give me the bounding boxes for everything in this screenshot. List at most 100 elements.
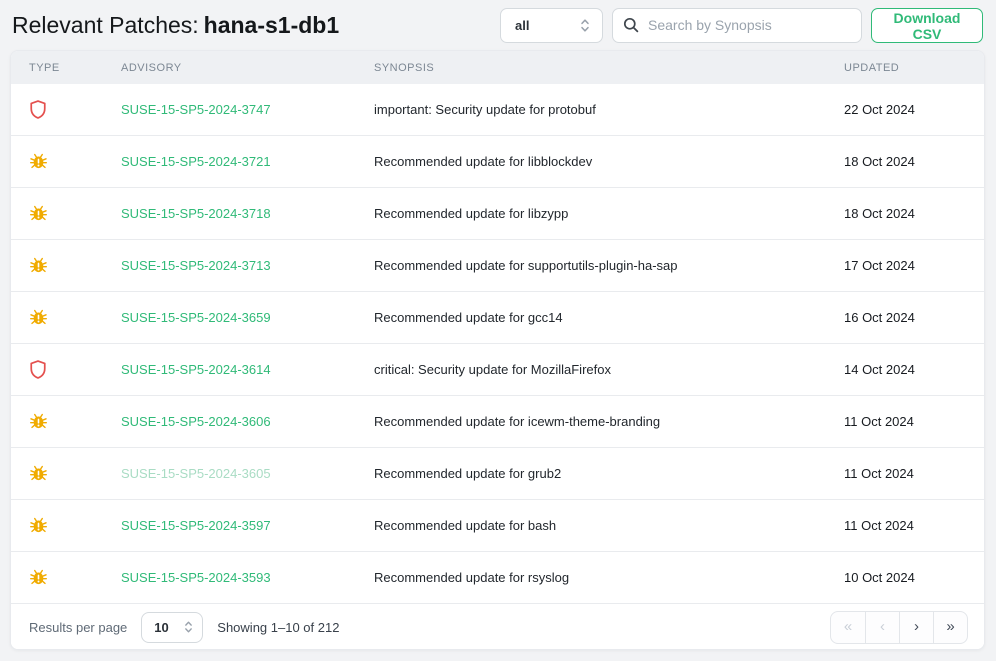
type-cell [11, 204, 103, 223]
updated-date: 14 Oct 2024 [826, 362, 984, 377]
advisory-link[interactable]: SUSE-15-SP5-2024-3606 [121, 414, 271, 429]
advisory-cell: SUSE-15-SP5-2024-3659 [103, 310, 356, 325]
advisory-link[interactable]: SUSE-15-SP5-2024-3721 [121, 154, 271, 169]
advisory-link[interactable]: SUSE-15-SP5-2024-3605 [121, 466, 271, 481]
advisory-cell: SUSE-15-SP5-2024-3597 [103, 518, 356, 533]
search-input[interactable] [646, 16, 851, 34]
advisory-link[interactable]: SUSE-15-SP5-2024-3713 [121, 258, 271, 273]
column-header-updated: Updated [826, 62, 984, 74]
synopsis-text: Recommended update for libzypp [356, 206, 826, 221]
type-cell [11, 99, 103, 120]
advisory-cell: SUSE-15-SP5-2024-3721 [103, 154, 356, 169]
advisory-link[interactable]: SUSE-15-SP5-2024-3718 [121, 206, 271, 221]
results-per-page-label: Results per page [29, 620, 127, 635]
updated-date: 16 Oct 2024 [826, 310, 984, 325]
advisory-cell: SUSE-15-SP5-2024-3614 [103, 362, 356, 377]
updated-date: 18 Oct 2024 [826, 154, 984, 169]
pagination-last-button[interactable]: » [933, 612, 967, 643]
bug-icon [29, 412, 48, 431]
table-header: Type Advisory Synopsis Updated [11, 51, 984, 84]
synopsis-text: Recommended update for bash [356, 518, 826, 533]
security-shield-icon [29, 359, 47, 380]
advisory-cell: SUSE-15-SP5-2024-3605 [103, 466, 356, 481]
page-title: Relevant Patches:hana-s1-db1 [12, 12, 500, 39]
updated-date: 22 Oct 2024 [826, 102, 984, 117]
type-filter-select[interactable]: all [500, 8, 603, 43]
bug-icon [29, 256, 48, 275]
type-cell [11, 464, 103, 483]
type-cell [11, 152, 103, 171]
updated-date: 11 Oct 2024 [826, 518, 984, 533]
showing-text: Showing 1–10 of 212 [217, 620, 339, 635]
synopsis-text: Recommended update for rsyslog [356, 570, 826, 585]
table-row: SUSE-15-SP5-2024-3593 Recommended update… [11, 552, 984, 604]
synopsis-text: Recommended update for libblockdev [356, 154, 826, 169]
type-filter-value: all [515, 18, 529, 33]
table-row: SUSE-15-SP5-2024-3747 important: Securit… [11, 84, 984, 136]
table-row: SUSE-15-SP5-2024-3721 Recommended update… [11, 136, 984, 188]
table-row: SUSE-15-SP5-2024-3713 Recommended update… [11, 240, 984, 292]
bug-icon [29, 568, 48, 587]
bug-icon [29, 516, 48, 535]
advisory-cell: SUSE-15-SP5-2024-3606 [103, 414, 356, 429]
synopsis-text: important: Security update for protobuf [356, 102, 826, 117]
top-bar: Relevant Patches:hana-s1-db1 all Downloa… [0, 0, 996, 50]
advisory-link[interactable]: SUSE-15-SP5-2024-3614 [121, 362, 271, 377]
bug-icon [29, 308, 48, 327]
search-box[interactable] [612, 8, 862, 43]
advisory-cell: SUSE-15-SP5-2024-3747 [103, 102, 356, 117]
column-header-synopsis: Synopsis [356, 62, 826, 74]
updated-date: 10 Oct 2024 [826, 570, 984, 585]
bug-icon [29, 204, 48, 223]
footer-left: Results per page 10 Showing 1–10 of 212 [29, 612, 339, 643]
search-icon [623, 17, 639, 33]
column-header-advisory: Advisory [103, 62, 356, 74]
updated-date: 18 Oct 2024 [826, 206, 984, 221]
table-body: SUSE-15-SP5-2024-3747 important: Securit… [11, 84, 984, 604]
page-title-prefix: Relevant Patches: [12, 12, 199, 38]
results-per-page-select[interactable]: 10 [141, 612, 203, 643]
type-cell [11, 359, 103, 380]
select-caret-icon [184, 620, 193, 634]
table-footer: Results per page 10 Showing 1–10 of 212 … [11, 604, 984, 650]
type-cell [11, 412, 103, 431]
synopsis-text: Recommended update for icewm-theme-brand… [356, 414, 826, 429]
toolbar-controls: all Download CSV [500, 8, 983, 43]
select-caret-icon [580, 18, 590, 33]
pagination-first-button[interactable]: « [831, 612, 865, 643]
page-title-system: hana-s1-db1 [204, 12, 339, 38]
advisory-cell: SUSE-15-SP5-2024-3718 [103, 206, 356, 221]
advisory-link[interactable]: SUSE-15-SP5-2024-3659 [121, 310, 271, 325]
download-csv-button[interactable]: Download CSV [871, 8, 983, 43]
table-row: SUSE-15-SP5-2024-3614 critical: Security… [11, 344, 984, 396]
results-per-page-value: 10 [154, 620, 168, 635]
type-cell [11, 516, 103, 535]
column-header-type: Type [11, 62, 103, 74]
patches-table-card: Type Advisory Synopsis Updated SUSE-15-S… [10, 50, 985, 650]
synopsis-text: critical: Security update for MozillaFir… [356, 362, 826, 377]
synopsis-text: Recommended update for grub2 [356, 466, 826, 481]
table-row: SUSE-15-SP5-2024-3606 Recommended update… [11, 396, 984, 448]
pagination-next-button[interactable]: › [899, 612, 933, 643]
advisory-link[interactable]: SUSE-15-SP5-2024-3593 [121, 570, 271, 585]
type-cell [11, 568, 103, 587]
advisory-link[interactable]: SUSE-15-SP5-2024-3747 [121, 102, 271, 117]
type-cell [11, 308, 103, 327]
table-row: SUSE-15-SP5-2024-3659 Recommended update… [11, 292, 984, 344]
updated-date: 17 Oct 2024 [826, 258, 984, 273]
updated-date: 11 Oct 2024 [826, 466, 984, 481]
table-row: SUSE-15-SP5-2024-3597 Recommended update… [11, 500, 984, 552]
table-row: SUSE-15-SP5-2024-3718 Recommended update… [11, 188, 984, 240]
synopsis-text: Recommended update for supportutils-plug… [356, 258, 826, 273]
advisory-cell: SUSE-15-SP5-2024-3713 [103, 258, 356, 273]
synopsis-text: Recommended update for gcc14 [356, 310, 826, 325]
pagination: « ‹ › » [830, 611, 968, 644]
bug-icon [29, 152, 48, 171]
pagination-prev-button[interactable]: ‹ [865, 612, 899, 643]
advisory-cell: SUSE-15-SP5-2024-3593 [103, 570, 356, 585]
bug-icon [29, 464, 48, 483]
security-shield-icon [29, 99, 47, 120]
updated-date: 11 Oct 2024 [826, 414, 984, 429]
type-cell [11, 256, 103, 275]
advisory-link[interactable]: SUSE-15-SP5-2024-3597 [121, 518, 271, 533]
